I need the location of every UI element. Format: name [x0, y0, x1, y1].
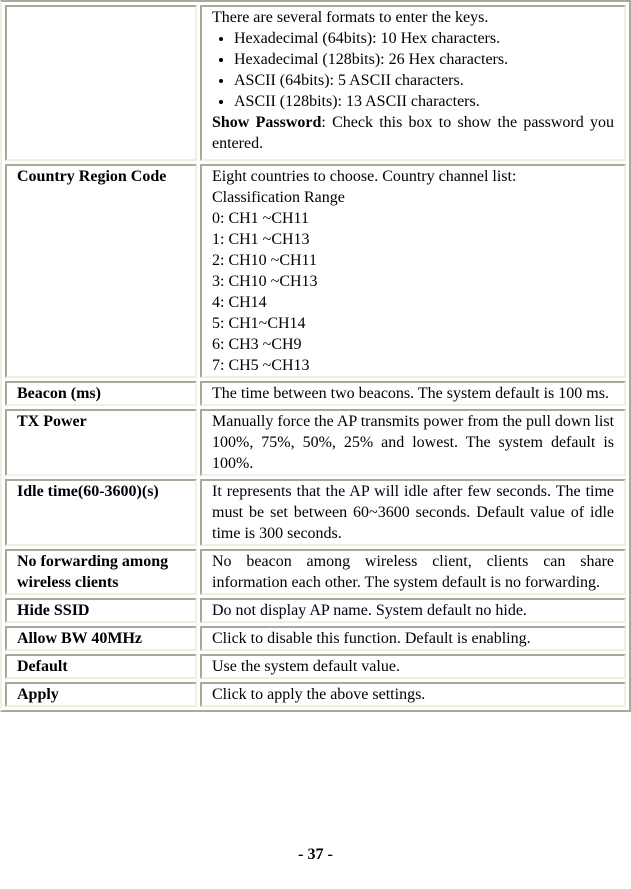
settings-table: There are several formats to enter the k…	[0, 0, 631, 712]
setting-name: Allow BW 40MHz	[5, 626, 197, 651]
setting-description: Use the system default value.	[200, 654, 626, 679]
list-item: Hexadecimal (128bits): 26 Hex characters…	[234, 49, 614, 70]
table-row: TX Power Manually force the AP transmits …	[5, 409, 626, 476]
setting-name: Idle time(60-3600)(s)	[5, 479, 197, 546]
setting-name: Country Region Code	[5, 164, 197, 378]
description-line: Classification Range	[212, 189, 345, 206]
setting-description: Manually force the AP transmits power fr…	[200, 409, 626, 476]
setting-description: It represents that the AP will idle afte…	[200, 479, 626, 546]
page-number: - 37 -	[298, 846, 333, 863]
description-line: 1: CH1 ~CH13	[212, 231, 310, 248]
table-row: Apply Click to apply the above settings.	[5, 682, 626, 707]
list-item: ASCII (128bits): 13 ASCII characters.	[234, 91, 614, 112]
setting-description: Eight countries to choose. Country chann…	[200, 164, 626, 378]
setting-description: The time between two beacons. The system…	[200, 381, 626, 406]
table-row: Country Region Code Eight countries to c…	[5, 164, 626, 378]
setting-description: Click to disable this function. Default …	[200, 626, 626, 651]
setting-description: There are several formats to enter the k…	[200, 5, 626, 161]
setting-name: No forwarding among wireless clients	[5, 549, 197, 595]
description-line: There are several formats to enter the k…	[212, 9, 489, 26]
setting-name: Default	[5, 654, 197, 679]
description-line: 3: CH10 ~CH13	[212, 273, 318, 290]
setting-name	[5, 5, 197, 161]
description-line: Eight countries to choose. Country chann…	[212, 168, 517, 185]
table-row: Idle time(60-3600)(s) It represents that …	[5, 479, 626, 546]
description-line: 7: CH5 ~CH13	[212, 357, 310, 374]
description-line: 0: CH1 ~CH11	[212, 210, 309, 227]
description-line: 2: CH10 ~CH11	[212, 252, 317, 269]
table-row: Allow BW 40MHz Click to disable this func…	[5, 626, 626, 651]
table-row: No forwarding among wireless clients No b…	[5, 549, 626, 595]
table-row: Default Use the system default value.	[5, 654, 626, 679]
show-password-note: Show Password: Check this box to show th…	[212, 112, 614, 154]
list-item: ASCII (64bits): 5 ASCII characters.	[234, 70, 614, 91]
setting-name: Hide SSID	[5, 598, 197, 623]
table-row: There are several formats to enter the k…	[5, 5, 626, 161]
description-line: 5: CH1~CH14	[212, 315, 306, 332]
setting-name: Beacon (ms)	[5, 381, 197, 406]
table-row: Hide SSID Do not display AP name. System …	[5, 598, 626, 623]
setting-name: Apply	[5, 682, 197, 707]
setting-description: Click to apply the above settings.	[200, 682, 626, 707]
show-password-label: Show Password	[212, 114, 322, 131]
key-format-list: Hexadecimal (64bits): 10 Hex characters.…	[212, 28, 614, 112]
list-item: Hexadecimal (64bits): 10 Hex characters.	[234, 28, 614, 49]
description-line: 6: CH3 ~CH9	[212, 336, 302, 353]
table-row: Beacon (ms) The time between two beacons.…	[5, 381, 626, 406]
setting-name: TX Power	[5, 409, 197, 476]
setting-description: No beacon among wireless client, clients…	[200, 549, 626, 595]
setting-description: Do not display AP name. System default n…	[200, 598, 626, 623]
description-line: 4: CH14	[212, 294, 267, 311]
